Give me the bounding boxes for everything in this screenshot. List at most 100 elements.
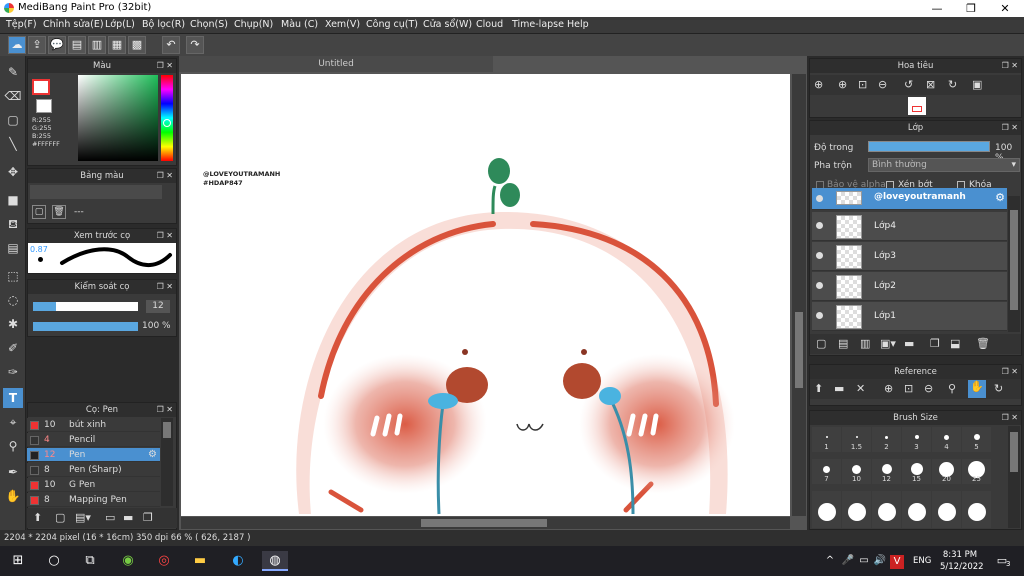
hue-handle[interactable] — [163, 119, 171, 127]
layer-visibility-icon[interactable] — [816, 282, 823, 289]
layer-item[interactable]: Lớp4 — [812, 212, 1007, 241]
dot-tool-icon[interactable]: ▢ — [3, 110, 23, 130]
brush-settings-icon[interactable]: ▭ — [105, 511, 115, 524]
undo-icon[interactable]: ↶ — [162, 36, 180, 54]
rotate-left-icon[interactable]: ↺ — [904, 78, 913, 91]
gear-icon[interactable]: ⚙ — [148, 449, 157, 460]
line-tool-icon[interactable]: ╲ — [3, 134, 23, 154]
ref-rotate-icon[interactable]: ↻ — [994, 382, 1003, 395]
close-icon[interactable]: ✕ — [988, 0, 1022, 17]
file-explorer-icon[interactable]: ▬ — [190, 551, 210, 571]
select-pen-icon[interactable]: ✐ — [3, 338, 23, 358]
redo-icon[interactable]: ↷ — [186, 36, 204, 54]
brush-list-item[interactable]: 10 bút xinh — [27, 418, 160, 432]
menu-layer[interactable]: Lớp(L) — [105, 19, 135, 30]
brush-list-item[interactable]: 8 Pen (Sharp) — [27, 463, 160, 477]
zoom-actual-icon[interactable]: ⊡ — [858, 78, 867, 91]
upload-reference-icon[interactable]: ⬆ — [814, 382, 823, 395]
chevron-up-icon[interactable]: ^ — [820, 551, 840, 571]
menu-timelapse[interactable]: Time-lapse — [512, 19, 564, 30]
menu-select[interactable]: Chọn(S) — [190, 19, 228, 30]
brush-size-cell[interactable]: 2 — [872, 427, 901, 452]
duplicate-layer-icon[interactable]: ❐ — [930, 337, 940, 350]
gear-icon[interactable]: ⚙ — [995, 191, 1005, 204]
brush-list-item[interactable]: 4 Pencil — [27, 433, 160, 447]
ref-fit-icon[interactable]: ⊡ — [904, 382, 913, 395]
cloud-icon[interactable]: ☁ — [8, 36, 26, 54]
open-reference-icon[interactable]: ▬ — [834, 382, 844, 395]
menu-view[interactable]: Xem(V) — [325, 19, 360, 30]
brush-opacity-slider[interactable] — [33, 322, 138, 331]
select-rect-icon[interactable]: ⬚ — [3, 266, 23, 286]
new-layer-icon[interactable]: ▢ — [816, 337, 826, 350]
operation-tool-icon[interactable]: ⌖ — [3, 412, 23, 432]
fill-rect-icon[interactable]: ■ — [3, 190, 23, 210]
navigator-thumbnail[interactable] — [908, 97, 926, 115]
zoom-out-icon[interactable]: ⊖ — [878, 78, 887, 91]
layer-visibility-icon[interactable] — [816, 195, 823, 202]
drawing-canvas[interactable]: @LOVEYOUTRAMANH #HDAP847 — [181, 74, 790, 516]
canvas-horizontal-scrollbar[interactable] — [181, 517, 790, 529]
brush-list-item[interactable]: 10 G Pen — [27, 478, 160, 492]
panel-close-icon[interactable]: ❐ ✕ — [1002, 59, 1018, 73]
export-icon[interactable]: ⇪ — [28, 36, 46, 54]
blend-mode-select[interactable]: Bình thường ▾ — [868, 158, 1020, 172]
panel-close-icon[interactable]: ❐ ✕ — [157, 59, 173, 73]
panel-close-icon[interactable]: ❐ ✕ — [157, 229, 173, 243]
brush-size-scrollbar[interactable] — [1008, 426, 1020, 528]
panel-close-icon[interactable]: ❐ ✕ — [157, 169, 173, 183]
brush-size-cell[interactable]: 25 — [962, 459, 991, 484]
rotate-right-icon[interactable]: ↻ — [948, 78, 957, 91]
layer-visibility-icon[interactable] — [816, 312, 823, 319]
brush-size-cell[interactable]: 15 — [902, 459, 931, 484]
new-brush-icon[interactable]: ▢ — [55, 511, 65, 524]
brush-size-slider[interactable] — [33, 302, 138, 311]
merge-layer-icon[interactable]: ⬓ — [950, 337, 960, 350]
menu-cloud[interactable]: Cloud — [476, 19, 503, 30]
menu-edit[interactable]: Chỉnh sửa(E) — [43, 19, 104, 30]
layer-visibility-icon[interactable] — [816, 222, 823, 229]
new-palette-icon[interactable]: ▢ — [32, 205, 46, 219]
brush-copy-icon[interactable]: ❐ — [143, 511, 153, 524]
bucket-tool-icon[interactable]: ⛾ — [3, 214, 23, 234]
brush-list-scrollbar[interactable] — [161, 418, 173, 506]
canvas-vertical-scrollbar[interactable] — [792, 74, 806, 516]
brush-menu-icon[interactable]: ▤▾ — [75, 511, 91, 524]
brush-size-cell[interactable]: 5 — [962, 427, 991, 452]
brush-folder-icon[interactable]: ▬ — [123, 511, 133, 524]
tiles-icon[interactable]: ▩ — [128, 36, 146, 54]
ref-eyedropper-icon[interactable]: ⚲ — [948, 382, 956, 395]
layer-menu-icon[interactable]: ▣▾ — [880, 337, 896, 350]
layer-item[interactable]: Lớp1 — [812, 302, 1007, 331]
gradient-tool-icon[interactable]: ▤ — [3, 238, 23, 258]
hand-tool-icon[interactable]: ✋ — [3, 486, 23, 506]
brush-size-cell[interactable]: 7 — [812, 459, 841, 484]
panel-close-icon[interactable]: ❐ ✕ — [157, 403, 173, 417]
brush-size-cell[interactable]: 3 — [902, 427, 931, 452]
zoom-fit-icon[interactable]: ⊕ — [814, 78, 823, 91]
delete-layer-icon[interactable]: 🗑 — [976, 337, 990, 350]
select-eraser-icon[interactable]: ✑ — [3, 362, 23, 382]
edge-icon[interactable]: ◐ — [228, 551, 248, 571]
brush-size-cell[interactable]: 20 — [932, 459, 961, 484]
flip-icon[interactable]: ⊠ — [926, 78, 935, 91]
brush-list-item[interactable]: 8 Mapping Pen — [27, 493, 160, 507]
search-icon[interactable]: ○ — [44, 551, 64, 571]
menu-color[interactable]: Màu (C) — [281, 19, 318, 30]
add-brush-icon[interactable]: ⬆ — [33, 511, 42, 524]
new-8bit-layer-icon[interactable]: ▥ — [860, 337, 870, 350]
menu-window[interactable]: Cửa sổ(W) — [423, 19, 472, 30]
menu-snap[interactable]: Chụp(N) — [234, 19, 273, 30]
reset-view-icon[interactable]: ▣ — [972, 78, 982, 91]
brush-list-item[interactable]: 12 Pen ⚙ — [27, 448, 160, 462]
brush-size-value[interactable]: 12 — [146, 300, 170, 313]
panel-close-icon[interactable]: ❐ ✕ — [1002, 121, 1018, 135]
layer-item[interactable]: Lớp2 — [812, 272, 1007, 301]
brush-size-cell[interactable]: 10 — [842, 459, 871, 484]
task-view-icon[interactable]: ⧉ — [80, 551, 100, 571]
volume-icon[interactable]: 🔊 — [870, 551, 890, 571]
brush-size-cell[interactable] — [962, 491, 991, 528]
menu-tools[interactable]: Công cụ(T) — [366, 19, 418, 30]
menu-file[interactable]: Tệp(F) — [6, 19, 37, 30]
panel-close-icon[interactable]: ❐ ✕ — [157, 280, 173, 294]
